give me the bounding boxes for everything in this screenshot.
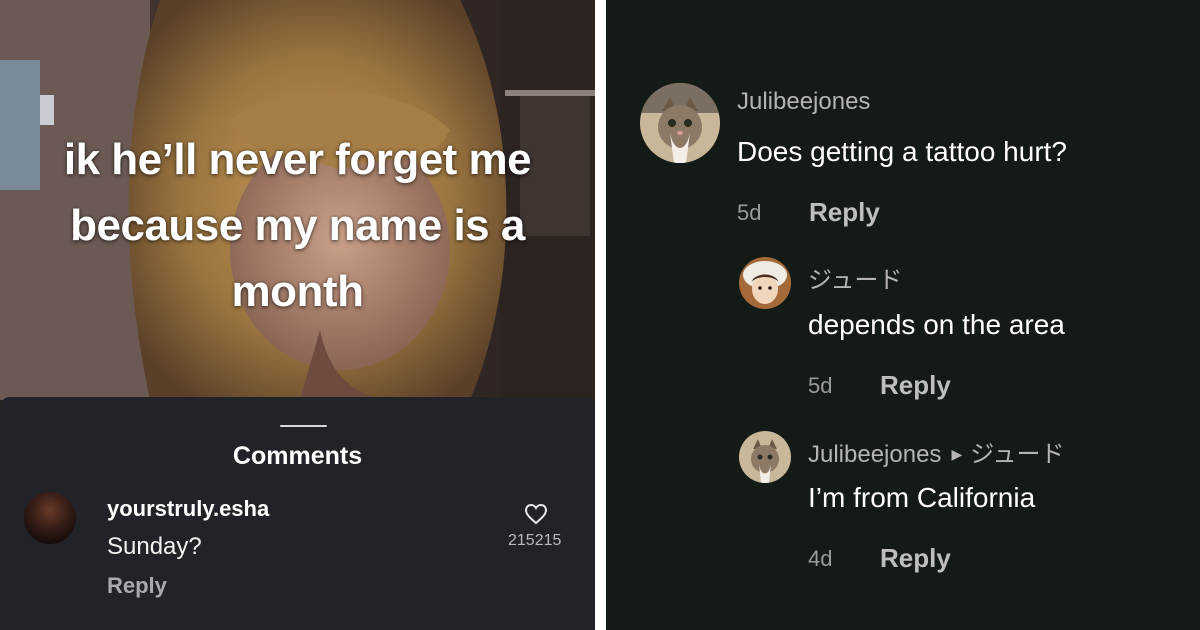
- comment-text: Sunday?: [107, 533, 202, 560]
- comment-username-row: Julibeejones ▶ ジュード: [808, 434, 1065, 469]
- comment-username[interactable]: Julibeejones: [737, 88, 870, 116]
- caption-line: month: [231, 267, 364, 316]
- reply-button[interactable]: Reply: [809, 197, 880, 228]
- avatar[interactable]: [739, 431, 791, 483]
- cat-avatar-image: [739, 431, 791, 483]
- avatar[interactable]: [640, 83, 720, 163]
- comment-text: I’m from California: [808, 482, 1036, 513]
- comment-text: Does getting a tattoo hurt?: [737, 136, 1067, 167]
- cat-avatar-image: [640, 83, 720, 163]
- caption-line: because my name is a: [70, 201, 525, 250]
- comment-timestamp: 5d: [737, 200, 762, 225]
- heart-outline-icon[interactable]: [524, 503, 548, 525]
- tiktok-video-panel: ik he’ll never forget me because my name…: [0, 0, 595, 630]
- comments-title: Comments: [232, 442, 363, 470]
- comment-username[interactable]: yourstruly.esha: [107, 496, 269, 522]
- caption-line: ik he’ll never forget me: [63, 135, 532, 184]
- reply-to-username[interactable]: ジュード: [970, 441, 1064, 468]
- avatar[interactable]: [24, 492, 76, 544]
- panel-divider: [595, 0, 606, 630]
- anime-avatar-image: [739, 257, 791, 309]
- comment-text: depends on the area: [808, 309, 1065, 340]
- comment-username[interactable]: Julibeejones: [808, 441, 941, 468]
- avatar[interactable]: [739, 257, 791, 309]
- reply-button[interactable]: Reply: [107, 573, 167, 599]
- comment-timestamp: 4d: [808, 546, 833, 571]
- tiktok-comments-panel: Julibeejones Does getting a tattoo hurt?…: [606, 0, 1200, 630]
- reply-button[interactable]: Reply: [880, 543, 951, 574]
- comment-username[interactable]: ジュード: [808, 260, 902, 295]
- like-count: 215215: [508, 532, 562, 549]
- comment-timestamp: 5d: [808, 373, 833, 398]
- reply-arrow-icon: ▶: [951, 446, 963, 462]
- video-caption: ik he’ll never forget me because my name…: [0, 127, 595, 325]
- comments-sheet: Comments yourstruly.esha Sunday? Reply 2…: [0, 397, 595, 630]
- sheet-drag-handle[interactable]: [280, 425, 327, 427]
- reply-button[interactable]: Reply: [880, 370, 951, 401]
